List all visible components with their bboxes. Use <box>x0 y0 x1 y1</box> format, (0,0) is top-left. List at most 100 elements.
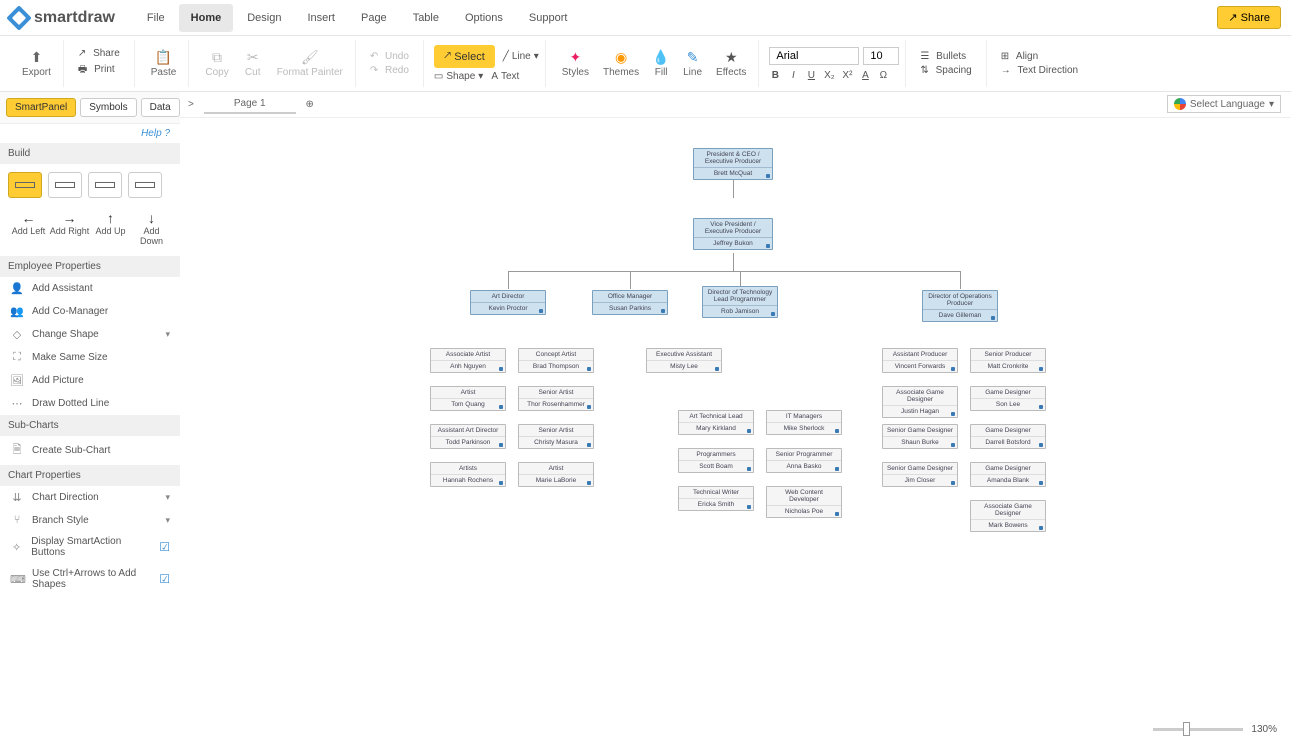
text-direction-button[interactable]: → Text Direction <box>997 64 1086 77</box>
org-node-ops[interactable]: Director of Operations ProducerDave Gill… <box>922 290 998 322</box>
menu-page[interactable]: Page <box>349 4 399 32</box>
text-tool[interactable]: A Text <box>491 71 519 82</box>
diagram-canvas[interactable]: President & CEO / Executive ProducerBret… <box>180 118 1291 743</box>
zoom-slider[interactable] <box>1153 728 1243 731</box>
select-tool[interactable]: 🡕 Select <box>434 45 495 68</box>
help-link[interactable]: Help ? <box>0 124 180 143</box>
copy-button[interactable]: ⧉Copy <box>199 47 234 80</box>
org-node[interactable]: ProgrammersScott Boam <box>678 448 754 473</box>
org-node[interactable]: Associate Game DesignerJustin Hagan <box>882 386 958 418</box>
org-node[interactable]: Web Content DeveloperNicholas Poe <box>766 486 842 518</box>
add-picture[interactable]: 🖼Add Picture <box>0 369 180 392</box>
org-node[interactable]: Game DesignerSon Lee <box>970 386 1046 411</box>
add-down-button[interactable]: ↓Add Down <box>131 210 172 246</box>
org-node[interactable]: Assistant Art DirectorTodd Parkinson <box>430 424 506 449</box>
underline-button[interactable]: U <box>805 70 817 81</box>
export-button[interactable]: ⬆Export <box>16 47 57 80</box>
spacing-button[interactable]: ⇅ Spacing <box>916 64 979 77</box>
page-tab[interactable]: Page 1 <box>204 95 296 114</box>
org-node[interactable]: Game DesignerAmanda Blank <box>970 462 1046 487</box>
paste-button[interactable]: 📋Paste <box>145 47 183 80</box>
shape-mode-3[interactable] <box>88 172 122 198</box>
org-node[interactable]: Concept ArtistBrad Thompson <box>518 348 594 373</box>
font-color-button[interactable]: A <box>859 70 871 81</box>
add-page[interactable]: ⊕ <box>306 99 314 110</box>
org-node[interactable]: Senior Game DesignerJim Closer <box>882 462 958 487</box>
line-style-button[interactable]: ✎Line <box>677 47 708 80</box>
make-same-size[interactable]: ⛶Make Same Size <box>0 346 180 369</box>
org-node[interactable]: ArtistsHannah Rochens <box>430 462 506 487</box>
org-node[interactable]: Senior ProducerMatt Cronkrite <box>970 348 1046 373</box>
font-size-select[interactable] <box>863 47 899 65</box>
org-node[interactable]: Art Technical LeadMary Kirkland <box>678 410 754 435</box>
menu-insert[interactable]: Insert <box>295 4 347 32</box>
org-node[interactable]: Senior ArtistChristy Masura <box>518 424 594 449</box>
branch-style[interactable]: ⑂Branch Style▾ <box>0 509 180 531</box>
italic-button[interactable]: I <box>787 70 799 81</box>
shape-mode-1[interactable] <box>8 172 42 198</box>
styles-button[interactable]: ✦Styles <box>556 47 595 80</box>
tab-data[interactable]: Data <box>141 98 180 117</box>
org-node[interactable]: Senior Game DesignerShaun Burke <box>882 424 958 449</box>
themes-button[interactable]: ◉Themes <box>597 47 645 80</box>
cut-button[interactable]: ✂Cut <box>239 47 267 80</box>
org-node[interactable]: IT ManagersMike Sherlock <box>766 410 842 435</box>
shape-tool[interactable]: ▭ Shape ▾ <box>434 71 483 82</box>
share-ribbon-button[interactable]: ↗ Share <box>74 47 128 60</box>
menu-support[interactable]: Support <box>517 4 580 32</box>
tab-smartpanel[interactable]: SmartPanel <box>6 98 76 117</box>
zoom-thumb[interactable] <box>1183 722 1190 736</box>
add-right-button[interactable]: →Add Right <box>49 210 90 246</box>
language-selector[interactable]: Select Language▾ <box>1167 95 1281 113</box>
add-comanager[interactable]: 👥Add Co-Manager <box>0 300 180 323</box>
org-node[interactable]: Game DesignerDarrell Botsford <box>970 424 1046 449</box>
org-node[interactable]: Executive AssistantMisty Lee <box>646 348 722 373</box>
redo-button[interactable]: ↷ Redo <box>366 64 417 77</box>
shape-mode-2[interactable] <box>48 172 82 198</box>
prev-page[interactable]: > <box>188 99 194 110</box>
menu-home[interactable]: Home <box>179 4 234 32</box>
org-node-vp[interactable]: Vice President / Executive ProducerJeffr… <box>693 218 773 250</box>
org-node[interactable]: Associate ArtistAnh Nguyen <box>430 348 506 373</box>
org-node[interactable]: Technical WriterEricka Smith <box>678 486 754 511</box>
change-shape[interactable]: ◇Change Shape▾ <box>0 323 180 346</box>
undo-button[interactable]: ↶ Undo <box>366 50 417 63</box>
org-node-office[interactable]: Office ManagerSusan Parkins <box>592 290 668 315</box>
menu-table[interactable]: Table <box>401 4 451 32</box>
line-tool[interactable]: ╱ Line ▾ <box>503 51 539 62</box>
org-node[interactable]: Associate Game DesignerMark Bowens <box>970 500 1046 532</box>
add-left-button[interactable]: ←Add Left <box>8 210 49 246</box>
org-node[interactable]: Senior ProgrammerAnna Basko <box>766 448 842 473</box>
org-node-tech[interactable]: Director of Technology Lead ProgrammerRo… <box>702 286 778 318</box>
subscript-button[interactable]: X₂ <box>823 70 835 81</box>
share-button[interactable]: ↗ Share <box>1217 6 1281 29</box>
tab-symbols[interactable]: Symbols <box>80 98 136 117</box>
menu-file[interactable]: File <box>135 4 177 32</box>
org-node[interactable]: Assistant ProducerVincent Forwards <box>882 348 958 373</box>
org-node-artdir[interactable]: Art DirectorKevin Proctor <box>470 290 546 315</box>
superscript-button[interactable]: X² <box>841 70 853 81</box>
draw-dotted-line[interactable]: ⋯Draw Dotted Line <box>0 392 180 415</box>
chart-direction[interactable]: ⇊Chart Direction▾ <box>0 486 180 509</box>
org-node[interactable]: ArtistMarie LaBorie <box>518 462 594 487</box>
menu-options[interactable]: Options <box>453 4 515 32</box>
org-node-ceo[interactable]: President & CEO / Executive ProducerBret… <box>693 148 773 180</box>
ctrl-arrows[interactable]: ⌨Use Ctrl+Arrows to Add Shapes☑ <box>0 563 180 595</box>
bullets-button[interactable]: ☰ Bullets <box>916 50 979 63</box>
symbol-button[interactable]: Ω <box>877 70 889 81</box>
align-button[interactable]: ⊞ Align <box>997 50 1086 63</box>
add-assistant[interactable]: 👤Add Assistant <box>0 277 180 300</box>
font-select[interactable] <box>769 47 859 65</box>
create-subchart[interactable]: 🗎Create Sub-Chart <box>0 436 180 465</box>
add-up-button[interactable]: ↑Add Up <box>90 210 131 246</box>
shape-mode-4[interactable] <box>128 172 162 198</box>
org-node[interactable]: Senior ArtistThor Rosenhammer <box>518 386 594 411</box>
fill-button[interactable]: 💧Fill <box>647 47 675 80</box>
bold-button[interactable]: B <box>769 70 781 81</box>
effects-button[interactable]: ★Effects <box>710 47 752 80</box>
print-button[interactable]: 🖶 Print <box>74 61 128 80</box>
format-painter-button[interactable]: 🖌Format Painter <box>271 47 349 80</box>
menu-design[interactable]: Design <box>235 4 293 32</box>
display-smartaction[interactable]: ✧Display SmartAction Buttons☑ <box>0 531 180 563</box>
org-node[interactable]: ArtistTom Quang <box>430 386 506 411</box>
